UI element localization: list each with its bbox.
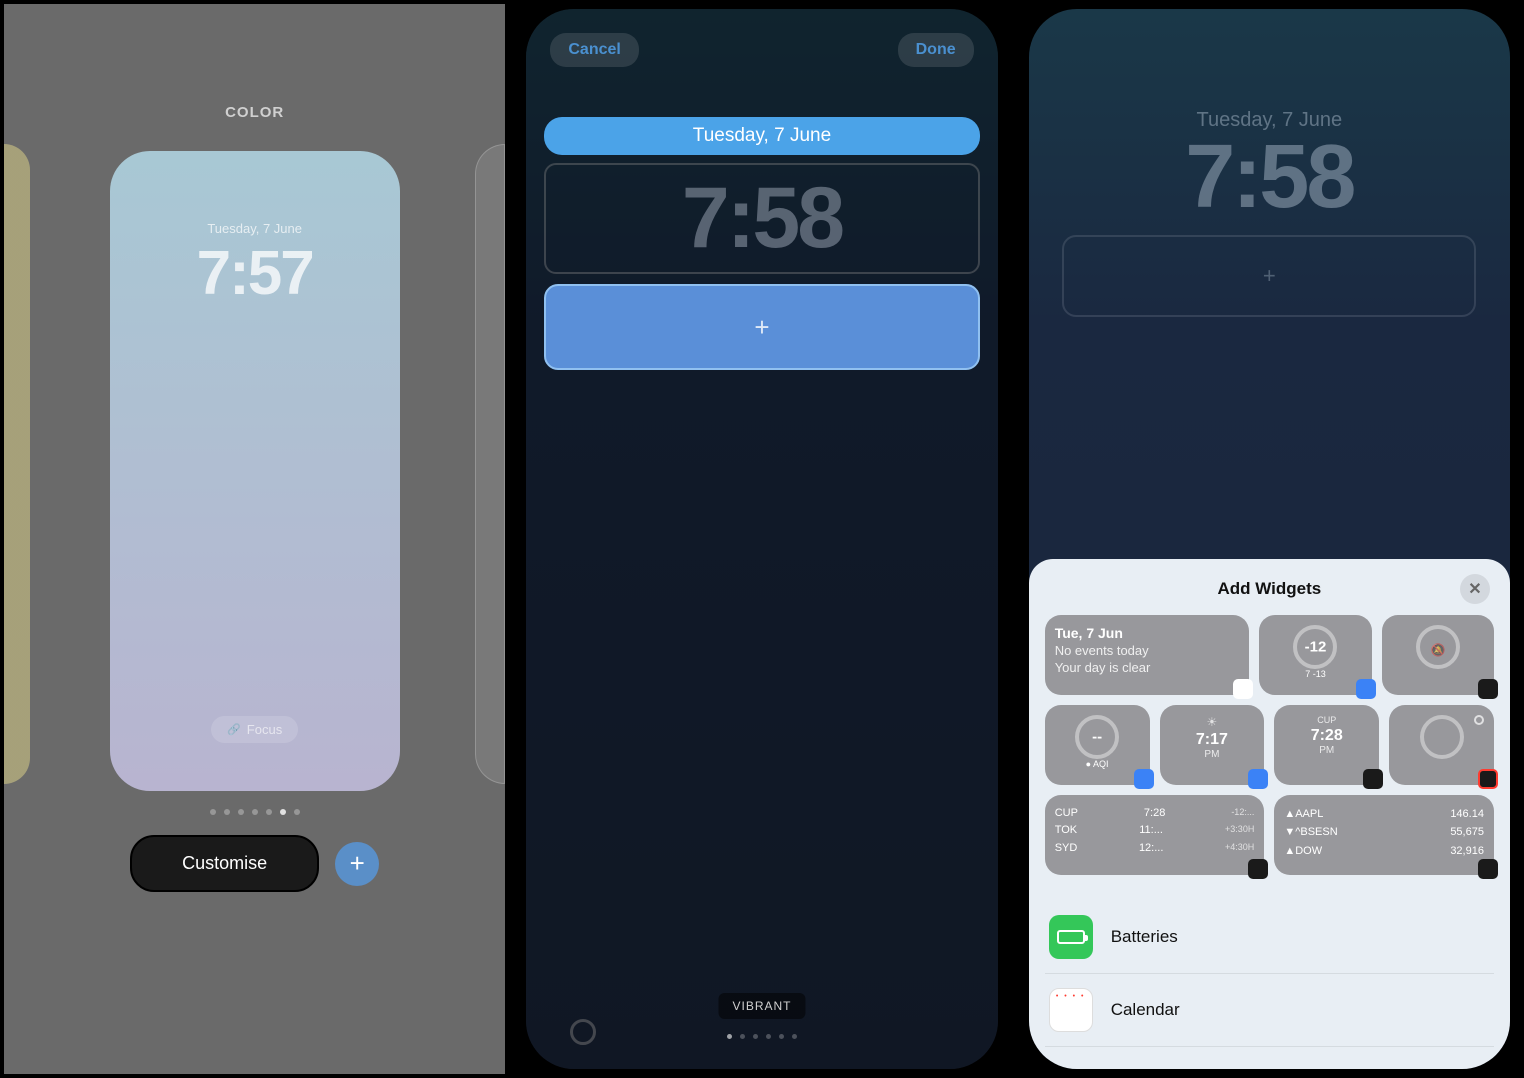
close-icon: ✕ — [1468, 579, 1481, 599]
wallpaper-preview[interactable]: Tuesday, 7 June 7:57 🔗 Focus — [110, 151, 400, 791]
close-button[interactable]: ✕ — [1460, 574, 1490, 604]
cancel-button[interactable]: Cancel — [550, 33, 638, 67]
stock-row: ▼^BSESN 55,675 — [1284, 823, 1484, 842]
clock-app-icon — [1478, 679, 1498, 699]
widget-stocks[interactable]: ▲AAPL 146.14 ▼^BSESN 55,675 ▲DOW 32,916 — [1274, 795, 1494, 875]
stock-row: ▲DOW 32,916 — [1284, 842, 1484, 861]
date-widget-zone[interactable]: Tuesday, 7 June — [544, 117, 979, 155]
widget-aqi[interactable]: -- ● AQI — [1045, 705, 1150, 785]
clock-app-icon — [1248, 859, 1268, 879]
app-label: Batteries — [1111, 927, 1178, 947]
color-mode-label: VIBRANT — [718, 993, 805, 1019]
wallpaper-type-label: COLOR — [225, 104, 284, 121]
widget-zone-empty[interactable]: + — [1062, 235, 1476, 317]
aqi-value: -- — [1092, 728, 1102, 745]
weather-app-icon — [1356, 679, 1376, 699]
stock-row: ▲AAPL 146.14 — [1284, 805, 1484, 824]
widget-sunrise[interactable]: ☀ 7:17 PM — [1160, 705, 1265, 785]
temp-value: -12 — [1305, 638, 1327, 655]
gauge-icon: -12 7 -13 — [1293, 625, 1337, 669]
widget-fitness[interactable] — [1389, 705, 1494, 785]
app-label: Calendar — [1111, 1000, 1180, 1020]
batteries-icon — [1049, 915, 1093, 959]
panel-customise: COLOR Tuesday, 7 June 7:57 🔗 Focus Custo… — [4, 4, 505, 1074]
add-widgets-sheet: Add Widgets ✕ Tue, 7 Jun No events today… — [1029, 559, 1510, 1069]
add-widget-zone[interactable]: + — [544, 284, 979, 370]
app-item-calendar[interactable]: • • • • Calendar — [1045, 974, 1494, 1047]
widget-temperature[interactable]: -12 7 -13 — [1259, 615, 1371, 695]
focus-label: Focus — [247, 722, 282, 737]
add-wallpaper-button[interactable]: + — [335, 842, 379, 886]
lockscreen-editor: Cancel Done Tuesday, 7 June 7:58 + VIBRA… — [526, 9, 997, 1068]
activity-ring-icon — [1420, 715, 1464, 759]
fitness-app-icon — [1478, 769, 1498, 789]
page-dots — [210, 809, 300, 815]
page-dots — [727, 1034, 797, 1039]
bell-icon: 🔕 — [1431, 643, 1445, 657]
next-wallpaper-peek[interactable] — [475, 144, 505, 784]
widget-worldclock-list[interactable]: CUP 7:28 -12:... TOK 11:... +3:30H SYD 1… — [1045, 795, 1265, 875]
customise-button[interactable]: Customise — [130, 835, 319, 892]
widget-calendar[interactable]: Tue, 7 Jun No events today Your day is c… — [1045, 615, 1250, 695]
dot-icon — [1474, 715, 1484, 725]
suggested-widgets: Tue, 7 Jun No events today Your day is c… — [1045, 615, 1494, 875]
time-widget-zone[interactable]: 7:58 — [544, 163, 979, 274]
link-icon: 🔗 — [227, 723, 241, 736]
color-indicator[interactable] — [570, 1019, 596, 1045]
editor-top-bar: Cancel Done — [526, 33, 997, 67]
calendar-icon: • • • • — [1049, 988, 1093, 1032]
weather-app-icon — [1248, 769, 1268, 789]
clock-ampm: PM — [1284, 745, 1369, 756]
widget-worldclock-single[interactable]: CUP 7:28 PM — [1274, 705, 1379, 785]
clock-city: CUP — [1284, 715, 1369, 725]
app-list: Batteries • • • • Calendar — [1045, 901, 1494, 1047]
sunrise-icon: ☀ — [1170, 715, 1255, 729]
done-button[interactable]: Done — [898, 33, 974, 67]
clock-app-icon — [1363, 769, 1383, 789]
calendar-app-icon — [1233, 679, 1253, 699]
sheet-title: Add Widgets — [1217, 579, 1321, 599]
clock-time: 7:28 — [1284, 727, 1369, 745]
calendar-line1: No events today — [1055, 643, 1240, 658]
clock-row: SYD 12:... +4:30H — [1055, 840, 1255, 858]
widget-alarm[interactable]: 🔕 — [1382, 615, 1494, 695]
prev-wallpaper-peek[interactable] — [4, 144, 30, 784]
lockscreen-time: 7:58 — [1185, 126, 1353, 229]
panel-add-widgets: Tuesday, 7 June 7:58 + Add Widgets ✕ Tue… — [1019, 4, 1520, 1074]
panel-edit-lockscreen: Cancel Done Tuesday, 7 June 7:58 + VIBRA… — [511, 4, 1012, 1074]
lockscreen-with-sheet: Tuesday, 7 June 7:58 + Add Widgets ✕ Tue… — [1029, 9, 1510, 1068]
lockscreen-date: Tuesday, 7 June — [207, 221, 302, 236]
plus-icon: + — [754, 312, 769, 343]
app-item-batteries[interactable]: Batteries — [1045, 901, 1494, 974]
clock-row: TOK 11:... +3:30H — [1055, 822, 1255, 840]
weather-app-icon — [1134, 769, 1154, 789]
stocks-app-icon — [1478, 859, 1498, 879]
lockscreen-time: 7:57 — [197, 238, 313, 309]
gauge-icon: 🔕 — [1416, 625, 1460, 669]
calendar-line2: Your day is clear — [1055, 660, 1240, 675]
focus-pill[interactable]: 🔗 Focus — [211, 716, 298, 743]
calendar-date: Tue, 7 Jun — [1055, 625, 1240, 641]
aqi-label: ● AQI — [1086, 759, 1109, 769]
plus-icon: + — [1263, 263, 1276, 289]
sheet-header: Add Widgets ✕ — [1045, 579, 1494, 599]
bottom-controls: Customise + — [130, 835, 379, 892]
temp-range: 7 -13 — [1305, 669, 1326, 679]
gauge-icon: -- ● AQI — [1075, 715, 1119, 759]
clock-row: CUP 7:28 -12:... — [1055, 805, 1255, 823]
sunrise-ampm: PM — [1170, 749, 1255, 760]
plus-icon: + — [350, 848, 365, 879]
sunrise-time: 7:17 — [1170, 731, 1255, 749]
